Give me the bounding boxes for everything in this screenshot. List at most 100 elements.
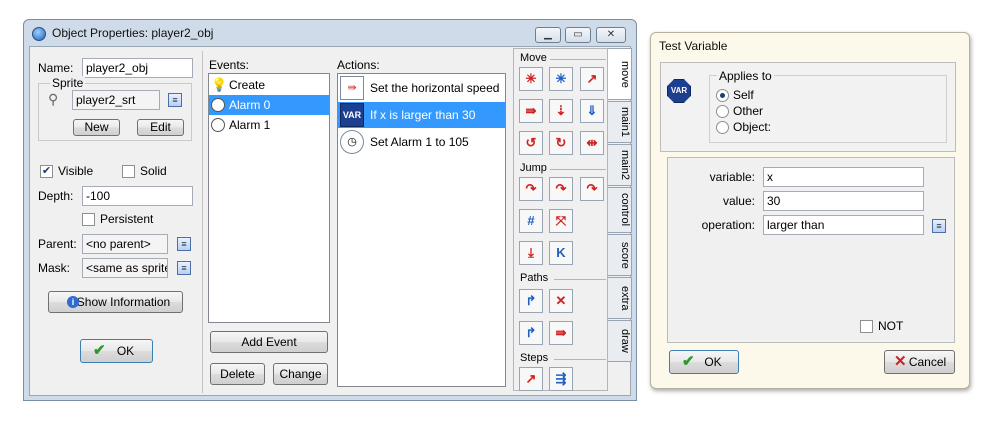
alarm-clock-icon: ◷	[340, 130, 364, 154]
event-alarm-0[interactable]: Alarm 0	[209, 95, 329, 115]
move-fixed-tile[interactable]: ✳	[519, 67, 543, 91]
reverse-vertical-tile[interactable]: ↻	[549, 131, 573, 155]
actions-label: Actions:	[337, 58, 380, 72]
applies-to-panel: VAR Applies to Self Other Object:	[660, 62, 956, 152]
event-alarm-1[interactable]: Alarm 1	[209, 115, 329, 135]
tab-main1[interactable]: main1	[608, 101, 632, 143]
speed-horizontal-tile[interactable]: ⇛	[519, 99, 543, 123]
minimize-button[interactable]: ▁	[535, 27, 561, 43]
speed-vertical-tile[interactable]: ⇣	[549, 99, 573, 123]
path-speed-tile[interactable]: ⇛	[549, 321, 573, 345]
tab-control[interactable]: control	[608, 187, 632, 233]
operation-selector[interactable]: larger than	[763, 215, 924, 235]
applies-object-radio[interactable]	[716, 121, 729, 134]
action-horizontal-speed[interactable]: ⇛ Set the horizontal speed	[338, 75, 505, 101]
value-label: value:	[722, 194, 755, 208]
lightbulb-icon: 💡	[211, 77, 228, 92]
delete-event-button[interactable]: Delete	[210, 363, 265, 385]
jump-position-tile[interactable]: ↷	[519, 177, 543, 201]
test-variable-dialog: Test Variable VAR Applies to Self Other …	[650, 32, 970, 389]
depth-field[interactable]: -100	[82, 186, 193, 206]
reverse-horizontal-tile[interactable]: ↺	[519, 131, 543, 155]
group-divider	[550, 169, 606, 170]
operation-menu-icon[interactable]: ≡	[932, 219, 946, 233]
edit-sprite-button[interactable]: Edit	[137, 119, 184, 136]
mask-label: Mask:	[38, 261, 71, 275]
not-checkbox[interactable]	[860, 320, 873, 333]
alarm-clock-icon	[211, 98, 225, 112]
new-sprite-button[interactable]: New	[73, 119, 120, 136]
show-information-button[interactable]: i Show Information	[48, 291, 183, 313]
window-client-area: Name: player2_obj Sprite ⚲ player2_srt ≡…	[29, 46, 632, 396]
path-position-tile[interactable]: ↱	[519, 321, 543, 345]
mask-menu-icon[interactable]: ≡	[177, 261, 191, 275]
var-octagon-icon: VAR	[340, 103, 364, 127]
end-path-tile[interactable]: ✕	[549, 289, 573, 313]
action-set-alarm[interactable]: ◷ Set Alarm 1 to 105	[338, 129, 505, 155]
horizontal-speed-icon: ⇛	[340, 76, 364, 100]
bounce-tile[interactable]: K	[549, 241, 573, 265]
action-if-x-larger[interactable]: VAR If x is larger than 30	[338, 102, 505, 128]
ok-label: OK	[116, 344, 135, 358]
applies-other-radio[interactable]	[716, 105, 729, 118]
step-towards-tile[interactable]: ↗	[519, 367, 543, 391]
sprite-group-label: Sprite	[50, 76, 86, 90]
move-free-tile[interactable]: ✳	[549, 67, 573, 91]
parent-menu-icon[interactable]: ≡	[177, 237, 191, 251]
value-field[interactable]: 30	[763, 191, 924, 211]
event-label: Alarm 1	[229, 118, 271, 132]
mask-selector[interactable]: <same as sprite>	[82, 258, 168, 278]
jump-random-tile[interactable]: ↷	[580, 177, 604, 201]
set-path-tile[interactable]: ↱	[519, 289, 543, 313]
applies-object-label: Object:	[733, 120, 772, 134]
action-label: Set the horizontal speed	[370, 81, 500, 95]
name-field[interactable]: player2_obj	[82, 58, 193, 78]
persistent-checkbox[interactable]	[82, 213, 95, 226]
wrap-screen-tile[interactable]: ⤧	[549, 209, 573, 233]
solid-label: Solid	[140, 164, 167, 178]
panel-divider	[202, 51, 203, 393]
move-towards-tile[interactable]: ↗	[580, 67, 604, 91]
sprite-menu-icon[interactable]: ≡	[168, 93, 182, 107]
close-button[interactable]: ✕	[596, 27, 626, 43]
dialog-cancel-button[interactable]: ✕ Cancel	[884, 350, 955, 374]
move-contact-tile[interactable]: ⤓	[519, 241, 543, 265]
variable-label: variable:	[709, 170, 755, 184]
align-grid-tile[interactable]: #	[519, 209, 543, 233]
applies-to-label: Applies to	[717, 69, 774, 83]
tab-main2[interactable]: main2	[608, 144, 632, 186]
dialog-ok-button[interactable]: ✔ OK	[669, 350, 739, 374]
tab-score[interactable]: score	[608, 234, 632, 276]
solid-checkbox[interactable]	[122, 165, 135, 178]
applies-self-radio[interactable]	[716, 89, 729, 102]
restore-button[interactable]: ▭	[565, 27, 591, 43]
group-divider	[550, 59, 606, 60]
event-label: Create	[229, 78, 266, 92]
tab-extra[interactable]: extra	[608, 277, 632, 319]
tab-move[interactable]: move	[608, 48, 632, 100]
gravity-tile[interactable]: ⇓	[580, 99, 604, 123]
ok-button[interactable]: ✔ OK	[80, 339, 153, 363]
sprite-pin-icon: ⚲	[48, 91, 59, 107]
event-create[interactable]: 💡 Create	[209, 75, 329, 95]
sprite-selector[interactable]: player2_srt	[72, 90, 160, 110]
parent-selector[interactable]: <no parent>	[82, 234, 168, 254]
visible-checkbox[interactable]: ✔	[40, 165, 53, 178]
visible-label: Visible	[58, 164, 94, 178]
friction-tile[interactable]: ⇹	[580, 131, 604, 155]
dialog-cancel-label: Cancel	[908, 355, 947, 369]
move-group-label: Move	[520, 52, 547, 64]
tab-draw[interactable]: draw	[608, 320, 632, 362]
window-title: Object Properties: player2_obj	[52, 26, 214, 40]
events-label: Events:	[209, 58, 250, 72]
variable-field[interactable]: x	[763, 167, 924, 187]
parent-label: Parent:	[38, 237, 77, 251]
step-avoiding-tile[interactable]: ⇶	[549, 367, 573, 391]
jump-start-tile[interactable]: ↷	[549, 177, 573, 201]
add-event-button[interactable]: Add Event	[210, 331, 328, 353]
action-label: Set Alarm 1 to 105	[370, 135, 469, 149]
change-event-button[interactable]: Change	[273, 363, 328, 385]
action-label: If x is larger than 30	[370, 108, 476, 122]
group-divider	[554, 279, 606, 280]
not-label: NOT	[878, 319, 904, 333]
